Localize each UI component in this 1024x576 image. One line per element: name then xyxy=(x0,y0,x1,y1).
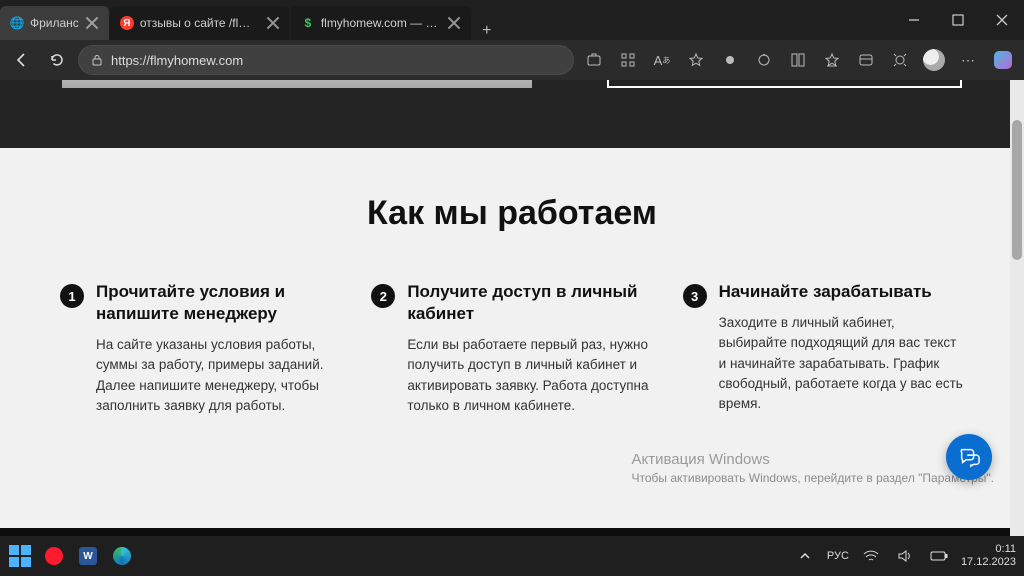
language-indicator[interactable]: РУС xyxy=(827,550,849,562)
favorites-list-icon[interactable] xyxy=(818,46,846,74)
qr-icon[interactable] xyxy=(614,46,642,74)
profile-avatar[interactable] xyxy=(920,46,948,74)
extension-dot-icon[interactable] xyxy=(716,46,744,74)
favorite-icon[interactable] xyxy=(682,46,710,74)
chat-widget-button[interactable] xyxy=(946,434,992,480)
tab-label: flmyhomew.com — Опасный на xyxy=(321,16,441,30)
toolbar: https://flmyhomew.com Aあ ⋯ xyxy=(0,40,1024,80)
step-number-badge: 3 xyxy=(683,284,707,308)
tray-chevron-icon[interactable] xyxy=(793,544,817,568)
new-tab-button[interactable]: + xyxy=(472,22,502,40)
step-description: Если вы работаете первый раз, нужно полу… xyxy=(407,335,652,416)
volume-icon[interactable] xyxy=(893,544,917,568)
globe-icon: 🌐 xyxy=(10,16,24,30)
next-section-peek xyxy=(0,528,1024,536)
tab-label: Фриланс xyxy=(30,16,79,30)
step-item: 1 Прочитайте условия и напишите менеджер… xyxy=(60,281,341,416)
close-tab-icon[interactable] xyxy=(447,16,461,30)
steps-row: 1 Прочитайте условия и напишите менеджер… xyxy=(60,281,964,416)
more-menu-icon[interactable]: ⋯ xyxy=(954,46,982,74)
copilot-icon xyxy=(994,51,1012,69)
close-window-button[interactable] xyxy=(980,0,1024,40)
ext-bug-icon[interactable] xyxy=(886,46,914,74)
step-number-badge: 2 xyxy=(371,284,395,308)
back-button[interactable] xyxy=(6,45,36,75)
opera-icon[interactable] xyxy=(42,544,66,568)
how-we-work-section: Как мы работаем 1 Прочитайте условия и н… xyxy=(0,148,1024,528)
shopping-icon[interactable] xyxy=(580,46,608,74)
step-description: Заходите в личный кабинет, выбирайте под… xyxy=(719,313,964,414)
split-screen-icon[interactable] xyxy=(784,46,812,74)
refresh-button[interactable] xyxy=(42,45,72,75)
section-heading: Как мы работаем xyxy=(367,194,657,233)
maximize-button[interactable] xyxy=(936,0,980,40)
title-bar: 🌐 Фриланс Я отзывы о сайте /flmyhomew.co… xyxy=(0,0,1024,40)
hero-image xyxy=(62,80,532,88)
extensions-icon[interactable] xyxy=(750,46,778,74)
minimize-button[interactable] xyxy=(892,0,936,40)
step-item: 2 Получите доступ в личный кабинет Если … xyxy=(371,281,652,416)
start-button[interactable] xyxy=(8,544,32,568)
step-description: На сайте указаны условия работы, суммы з… xyxy=(96,335,341,416)
clock-time: 0:11 xyxy=(961,543,1016,556)
step-title: Получите доступ в личный кабинет xyxy=(407,281,652,325)
tab-label: отзывы о сайте /flmyhomew.com xyxy=(140,16,260,30)
taskbar-clock[interactable]: 0:11 17.12.2023 xyxy=(961,543,1016,568)
tab-strip: 🌐 Фриланс Я отзывы о сайте /flmyhomew.co… xyxy=(0,0,892,40)
clock-date: 17.12.2023 xyxy=(961,556,1016,569)
step-title: Начинайте зарабатывать xyxy=(719,281,964,303)
close-tab-icon[interactable] xyxy=(266,16,280,30)
collections-icon[interactable] xyxy=(852,46,880,74)
address-bar[interactable]: https://flmyhomew.com xyxy=(78,45,574,75)
browser-tab[interactable]: Я отзывы о сайте /flmyhomew.com xyxy=(110,6,290,40)
scrollbar-thumb[interactable] xyxy=(1012,120,1022,260)
edge-icon[interactable] xyxy=(110,544,134,568)
step-title: Прочитайте условия и напишите менеджеру xyxy=(96,281,341,325)
hero-section xyxy=(0,80,1024,148)
chat-icon xyxy=(958,446,980,468)
url-text: https://flmyhomew.com xyxy=(111,53,243,68)
page-viewport: Как мы работаем 1 Прочитайте условия и н… xyxy=(0,80,1024,536)
step-number-badge: 1 xyxy=(60,284,84,308)
battery-icon[interactable] xyxy=(927,544,951,568)
copilot-button[interactable] xyxy=(988,40,1018,80)
text-size-icon[interactable]: Aあ xyxy=(648,46,676,74)
window-controls xyxy=(892,0,1024,40)
scrollbar-track[interactable] xyxy=(1010,80,1024,536)
close-tab-icon[interactable] xyxy=(85,16,99,30)
windows-taskbar: W РУС 0:11 17.12.2023 xyxy=(0,536,1024,576)
hero-card xyxy=(607,80,962,88)
browser-tab[interactable]: $ flmyhomew.com — Опасный на xyxy=(291,6,471,40)
word-icon[interactable]: W xyxy=(76,544,100,568)
step-item: 3 Начинайте зарабатывать Заходите в личн… xyxy=(683,281,964,414)
dollar-icon: $ xyxy=(301,16,315,30)
lock-icon xyxy=(91,54,103,66)
yandex-icon: Я xyxy=(120,16,134,30)
wifi-icon[interactable] xyxy=(859,544,883,568)
browser-tab[interactable]: 🌐 Фриланс xyxy=(0,6,109,40)
